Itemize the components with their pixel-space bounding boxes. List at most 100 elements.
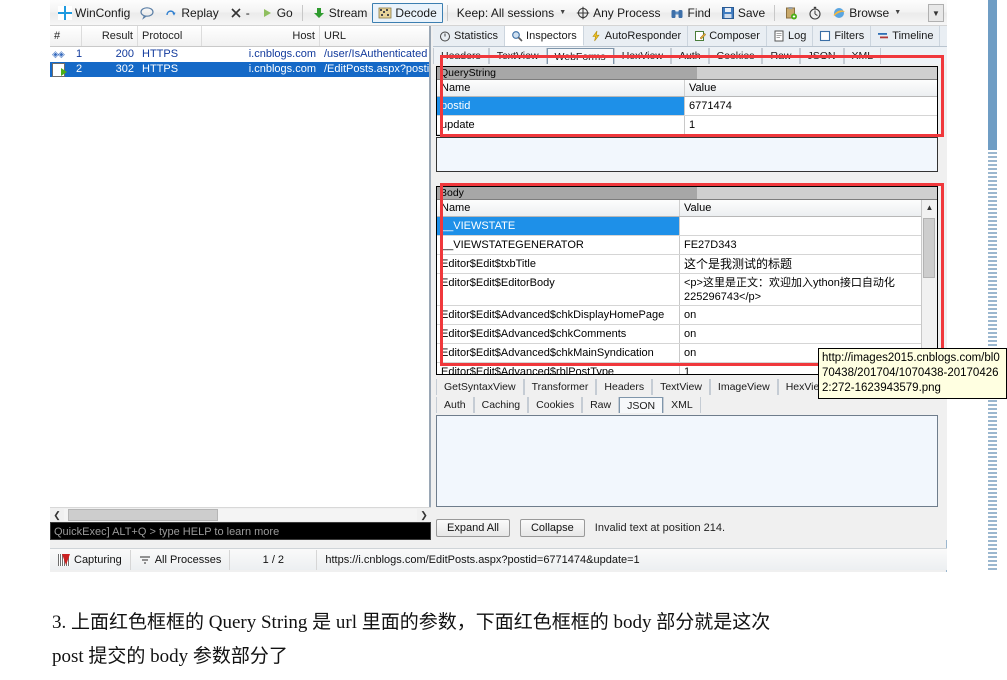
response-tab-caching[interactable]: Caching bbox=[473, 397, 529, 413]
request-tab-json[interactable]: JSON bbox=[799, 48, 844, 64]
toolbar-comment-button[interactable] bbox=[135, 3, 159, 23]
expand-all-button[interactable]: Expand All bbox=[436, 519, 510, 537]
body-scrollbar-thumb[interactable] bbox=[923, 218, 935, 278]
column-header-url[interactable]: URL bbox=[320, 26, 429, 46]
body-row-viewstate[interactable]: __VIEWSTATE bbox=[437, 217, 937, 236]
status-capturing[interactable]: Capturing bbox=[50, 549, 131, 570]
toolbar-any-process-button[interactable]: Any Process bbox=[571, 3, 665, 23]
body-row-chkcomments[interactable]: Editor$Edit$Advanced$chkComments on bbox=[437, 325, 937, 344]
sessions-horizontal-scrollbar[interactable]: ❮ ❯ bbox=[50, 507, 431, 522]
status-processes[interactable]: All Processes bbox=[131, 549, 231, 570]
body-name-chkcomments: Editor$Edit$Advanced$chkComments bbox=[437, 325, 680, 343]
toolbar-find-button[interactable]: Find bbox=[665, 3, 715, 23]
response-tab-raw[interactable]: Raw bbox=[582, 397, 620, 413]
querystring-col-name[interactable]: Name bbox=[437, 80, 685, 96]
scroll-up-arrow-icon[interactable]: ▲ bbox=[922, 200, 937, 215]
column-header-num[interactable]: # bbox=[50, 26, 82, 46]
body-value-chkdisplayhomepage: on bbox=[684, 309, 697, 321]
response-tab-auth[interactable]: Auth bbox=[436, 397, 474, 413]
tab-composer[interactable]: Composer bbox=[688, 26, 767, 46]
tab-autoresponder-label: AutoResponder bbox=[604, 30, 682, 42]
body-row-txbtitle[interactable]: Editor$Edit$txbTitle 这个是我测试的标题 bbox=[437, 255, 937, 274]
toolbar-save-button[interactable]: Save bbox=[716, 3, 770, 23]
tab-inspectors-label: Inspectors bbox=[526, 29, 577, 42]
toolbar-decode-button[interactable]: Decode bbox=[372, 2, 443, 23]
request-tab-xml[interactable]: XML bbox=[843, 48, 882, 64]
toolbar-overflow-button[interactable]: ▼ bbox=[928, 4, 944, 22]
querystring-col-value[interactable]: Value bbox=[685, 80, 937, 96]
response-tab-cookies[interactable]: Cookies bbox=[528, 397, 583, 413]
scroll-left-arrow-icon[interactable]: ❮ bbox=[50, 510, 64, 521]
body-value-editorbody: <p>这里是正文：欢迎加入ython接口自动化225296743</p> bbox=[684, 277, 895, 303]
request-tab-auth[interactable]: Auth bbox=[670, 48, 709, 64]
body-col-name[interactable]: Name bbox=[437, 200, 680, 216]
toolbar-find-label: Find bbox=[687, 5, 711, 20]
body-grid[interactable]: Body Name Value __VIEWSTATE __VIEWSTATEG… bbox=[436, 186, 938, 375]
scrollbar-thumb[interactable] bbox=[68, 509, 218, 521]
scrollbar-track[interactable] bbox=[64, 509, 417, 521]
body-row-viewstategenerator[interactable]: __VIEWSTATEGENERATOR FE27D343 bbox=[437, 236, 937, 255]
response-tab-json[interactable]: JSON bbox=[619, 397, 664, 413]
toolbar-keep-dropdown[interactable]: Keep: All sessions ▼ bbox=[452, 3, 571, 23]
status-url: https://i.cnblogs.com/EditPosts.aspx?pos… bbox=[317, 550, 647, 570]
window-scrollbar-thumb[interactable] bbox=[988, 0, 997, 150]
process-filter-icon bbox=[139, 555, 151, 565]
response-json-viewer[interactable] bbox=[436, 415, 938, 507]
response-tab-textview[interactable]: TextView bbox=[652, 379, 710, 395]
response-tab-imageview[interactable]: ImageView bbox=[709, 379, 778, 395]
toolbar-go-button[interactable]: Go bbox=[255, 3, 298, 23]
tab-statistics[interactable]: Statistics bbox=[433, 26, 506, 46]
response-tab-xml[interactable]: XML bbox=[663, 397, 701, 413]
request-tab-headers[interactable]: Headers bbox=[433, 48, 489, 64]
querystring-title: QueryString bbox=[437, 67, 937, 80]
toolbar-stream-label: Stream bbox=[328, 5, 368, 20]
response-tab-headers[interactable]: Headers bbox=[596, 379, 653, 395]
request-tab-cookies[interactable]: Cookies bbox=[708, 48, 763, 64]
toolbar-clipboard-button[interactable] bbox=[779, 3, 803, 23]
toolbar-replay-button[interactable]: Replay bbox=[159, 3, 223, 23]
querystring-row-postid[interactable]: postid 6771474 bbox=[437, 97, 937, 116]
response-tab-transformer[interactable]: Transformer bbox=[523, 379, 597, 395]
scroll-right-arrow-icon[interactable]: ❯ bbox=[417, 510, 431, 521]
body-name-viewstate: __VIEWSTATE bbox=[437, 217, 680, 235]
collapse-button[interactable]: Collapse bbox=[519, 519, 585, 537]
tab-timeline[interactable]: Timeline bbox=[871, 26, 941, 46]
body-name-editorbody: Editor$Edit$EditorBody bbox=[437, 274, 680, 305]
target-crosshair-icon bbox=[576, 6, 590, 20]
querystring-grid[interactable]: QueryString Name Value postid 6771474 up… bbox=[436, 66, 938, 136]
body-row-chkdisplayhomepage[interactable]: Editor$Edit$Advanced$chkDisplayHomePage … bbox=[437, 306, 937, 325]
tab-filters[interactable]: Filters bbox=[813, 26, 872, 46]
request-tab-raw[interactable]: Raw bbox=[762, 48, 800, 64]
body-row-editorbody[interactable]: Editor$Edit$EditorBody <p>这里是正文：欢迎加入ytho… bbox=[437, 274, 937, 306]
toolbar-timer-button[interactable] bbox=[803, 3, 827, 23]
column-header-host[interactable]: Host bbox=[202, 26, 320, 46]
toolbar-browse-button[interactable]: Browse ▼ bbox=[827, 3, 906, 23]
sessions-header-row: # Result Protocol Host URL bbox=[50, 26, 429, 47]
tab-statistics-label: Statistics bbox=[454, 30, 499, 42]
internet-explorer-icon bbox=[832, 6, 846, 20]
sessions-list[interactable]: # Result Protocol Host URL ◈◈ 1 200 HTTP… bbox=[50, 26, 431, 507]
request-tab-hexview[interactable]: HexView bbox=[613, 48, 671, 64]
column-header-protocol[interactable]: Protocol bbox=[138, 26, 202, 46]
body-value-viewstate bbox=[680, 217, 937, 235]
toolbar-remove-button[interactable]: - bbox=[224, 3, 255, 23]
session-row-2[interactable]: 2 302 HTTPS i.cnblogs.com /EditPosts.asp… bbox=[50, 62, 429, 77]
column-header-result[interactable]: Result bbox=[82, 26, 138, 46]
stopwatch-icon bbox=[439, 30, 451, 42]
tab-log[interactable]: Log bbox=[767, 26, 814, 46]
windows-logo-icon bbox=[58, 5, 72, 20]
session-row-1[interactable]: ◈◈ 1 200 HTTPS i.cnblogs.com /user/IsAut… bbox=[50, 47, 429, 62]
toolbar-winconfig-button[interactable]: WinConfig bbox=[53, 3, 135, 23]
toolbar-winconfig-label: WinConfig bbox=[75, 5, 131, 20]
quickexec-input[interactable]: QuickExec] ALT+Q > type HELP to learn mo… bbox=[50, 522, 431, 540]
body-col-value[interactable]: Value bbox=[680, 200, 937, 216]
main-toolbar: WinConfig Replay - Go Stream Decode Keep… bbox=[50, 0, 947, 26]
request-tab-textview[interactable]: TextView bbox=[488, 48, 547, 64]
tab-autoresponder[interactable]: AutoResponder bbox=[584, 26, 689, 46]
request-tab-webforms[interactable]: WebForms bbox=[546, 48, 614, 64]
querystring-row-update[interactable]: update 1 bbox=[437, 116, 937, 135]
response-tab-getsyntaxview[interactable]: GetSyntaxView bbox=[436, 379, 524, 395]
session-protocol-2: HTTPS bbox=[142, 63, 179, 75]
toolbar-stream-button[interactable]: Stream bbox=[307, 3, 373, 23]
tab-inspectors[interactable]: Inspectors bbox=[505, 26, 584, 46]
